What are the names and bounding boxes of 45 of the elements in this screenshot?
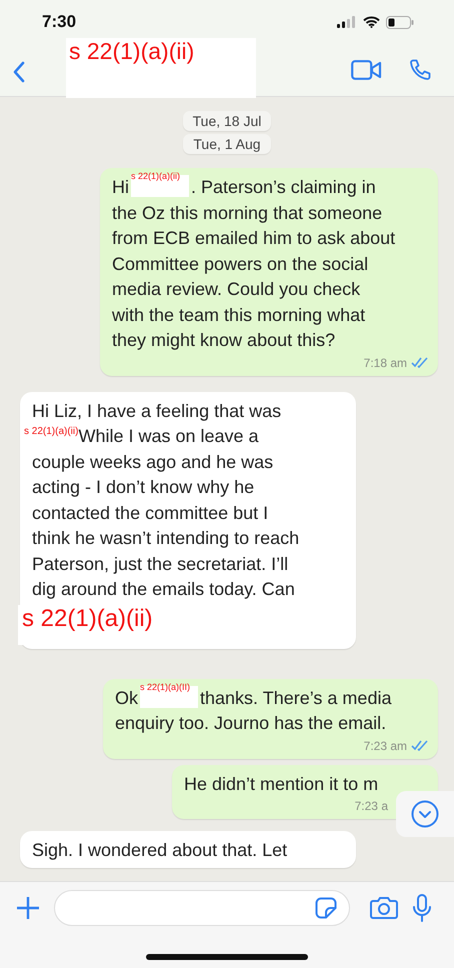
scroll-down-button[interactable] (396, 791, 454, 837)
message-text: media review. Could you check (112, 279, 360, 299)
redaction-label: s 22(1)(a)(ii) (68, 38, 196, 65)
message-text: dig around the emails today. Can (32, 579, 295, 599)
camera-icon[interactable] (370, 896, 398, 920)
redaction-label: s 22(1)(a)(ii) (131, 171, 180, 181)
video-camera-icon[interactable] (351, 60, 382, 80)
message-text: While I was on leave a (78, 426, 259, 446)
redaction-label: s 22(1)(a)(ii) (24, 426, 78, 437)
signal-icon (337, 16, 357, 28)
message-text: couple weeks ago and he was (32, 452, 274, 472)
redaction-label: s 22(1)(a)(II) (140, 682, 190, 692)
message-text: . Paterson’s claiming in (191, 177, 376, 197)
wifi-icon (363, 16, 380, 28)
message-text: Hi (112, 177, 129, 197)
message-text: contacted the committee but I (32, 502, 268, 522)
message-text: Ok (115, 688, 138, 708)
message-text: with the team this morning what (112, 304, 366, 324)
message-time: 7:18 am (364, 354, 407, 372)
battery-icon (386, 16, 414, 28)
redaction-label: s 22(1)(a)(ii) (21, 604, 153, 632)
message-text: thanks. There’s a media (200, 688, 392, 708)
message-text: Hi Liz, I have a feeling that was (32, 400, 282, 420)
message-text: the Oz this morning that someone (112, 202, 382, 222)
message-text: think he wasn’t intending to reach (32, 528, 300, 548)
date-chip: Tue, 1 Aug (183, 134, 271, 154)
message-text: Paterson, just the secretariat. I’ll (32, 554, 288, 574)
phone-icon[interactable] (408, 58, 432, 82)
plus-icon[interactable] (16, 896, 40, 920)
message-text: enquiry too. Journo has the email. (115, 713, 386, 733)
message-input-field[interactable] (54, 890, 350, 926)
back-icon[interactable] (12, 61, 26, 83)
date-chip: Tue, 18 Jul (182, 111, 272, 131)
message-text: they might know about this? (112, 330, 336, 350)
message-text: Sigh. I wondered about that. Let (32, 840, 288, 860)
message-time: 7:23 a (354, 798, 388, 815)
sticker-icon[interactable] (315, 897, 337, 919)
status-time: 7:30 (42, 12, 76, 32)
message-text: from ECB emailed him to ask about (112, 228, 396, 248)
message-text: He didn’t mention it to m (184, 774, 378, 794)
message-time: 7:23 am (364, 738, 407, 754)
chevron-down-icon (411, 800, 439, 828)
message-text: acting - I don’t know why he (32, 477, 254, 497)
microphone-icon[interactable] (412, 894, 432, 922)
message-text: Committee powers on the social (112, 254, 368, 274)
